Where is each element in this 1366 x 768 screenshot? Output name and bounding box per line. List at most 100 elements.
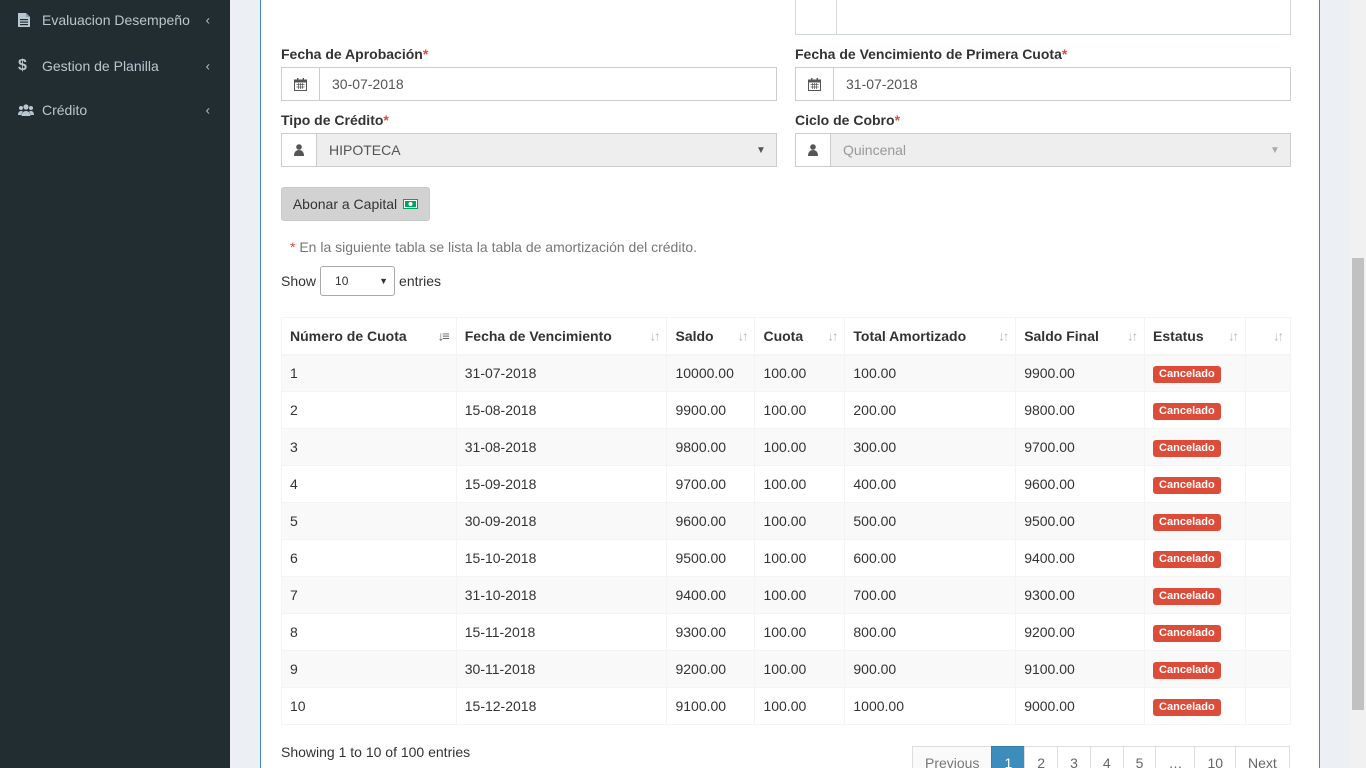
ciclo-cobro-value: Quincenal xyxy=(831,134,1260,166)
cell-estatus: Cancelado xyxy=(1144,539,1246,577)
column-header-saldo-final[interactable]: Saldo Final ↓↑ xyxy=(1015,317,1146,356)
page-button-1[interactable]: 1 xyxy=(991,746,1026,768)
status-badge: Cancelado xyxy=(1153,698,1221,716)
page-length-value: 10 xyxy=(335,274,349,288)
table-row: 5 30-09-2018 9600.00 100.00 500.00 9500.00 Can… xyxy=(281,502,1291,540)
column-header-actions[interactable]: ↓↑ xyxy=(1245,317,1291,356)
fecha-aprobacion-field[interactable]: 30-07-2018 xyxy=(281,67,777,101)
sort-asc-icon: ↓≡ xyxy=(437,328,450,344)
cell-saldo-final: 9300.00 xyxy=(1015,576,1146,614)
tipo-credito-value: HIPOTECA xyxy=(317,134,746,166)
cell-fecha: 15-09-2018 xyxy=(455,465,668,503)
cell-saldo: 9700.00 xyxy=(666,465,756,503)
abonar-capital-button[interactable]: Abonar a Capital xyxy=(281,187,430,221)
cell-estatus: Cancelado xyxy=(1144,502,1246,540)
scrollbar[interactable] xyxy=(1350,0,1366,768)
cell-cuota: 100.00 xyxy=(754,576,846,614)
page-button-4[interactable]: 4 xyxy=(1089,746,1124,768)
status-badge: Cancelado xyxy=(1153,624,1221,642)
cell-saldo: 9800.00 xyxy=(666,428,756,466)
cell-numero: 10 xyxy=(281,687,457,725)
fecha-vencimiento-field[interactable]: 31-07-2018 xyxy=(795,67,1291,101)
required-mark: * xyxy=(422,46,429,62)
cell-total-amortizado: 900.00 xyxy=(844,650,1017,688)
cell-fecha: 31-08-2018 xyxy=(455,428,668,466)
fecha-vencimiento-value: 31-07-2018 xyxy=(846,76,918,92)
label-text: Tipo de Crédito xyxy=(281,112,384,128)
cell-actions xyxy=(1245,465,1291,503)
page-button-5[interactable]: 5 xyxy=(1122,746,1157,768)
cell-fecha: 15-12-2018 xyxy=(455,687,668,725)
sidebar-item-planilla[interactable]: $ Gestion de Planilla ‹ xyxy=(0,44,230,88)
pagination: Previous 1 2 3 4 5 … 10 Next xyxy=(912,746,1290,768)
cell-saldo: 9600.00 xyxy=(666,502,756,540)
column-header-fecha[interactable]: Fecha de Vencimiento ↓↑ xyxy=(455,317,668,356)
cell-numero: 7 xyxy=(281,576,457,614)
status-badge: Cancelado xyxy=(1153,661,1221,679)
cell-total-amortizado: 500.00 xyxy=(844,502,1017,540)
page-previous-button[interactable]: Previous xyxy=(912,746,993,768)
cell-actions xyxy=(1245,687,1291,725)
cell-saldo: 9200.00 xyxy=(666,650,756,688)
cell-saldo: 9100.00 xyxy=(666,687,756,725)
cell-total-amortizado: 1000.00 xyxy=(844,687,1017,725)
page-button-10[interactable]: 10 xyxy=(1194,746,1237,768)
chevron-left-icon: ‹ xyxy=(205,58,210,74)
textarea-field[interactable] xyxy=(795,0,1291,35)
table-row: 6 15-10-2018 9500.00 100.00 600.00 9400.00 Can… xyxy=(281,539,1291,577)
sidebar-item-credito[interactable]: Crédito ‹ xyxy=(0,88,230,132)
cell-total-amortizado: 600.00 xyxy=(844,539,1017,577)
scrollbar-thumb[interactable] xyxy=(1352,258,1364,710)
cell-fecha: 30-09-2018 xyxy=(455,502,668,540)
cell-cuota: 100.00 xyxy=(754,391,846,429)
column-header-total-amortizado[interactable]: Total Amortizado ↓↑ xyxy=(844,317,1017,356)
page-button-2[interactable]: 2 xyxy=(1024,746,1059,768)
cell-fecha: 31-10-2018 xyxy=(455,576,668,614)
label-text: Ciclo de Cobro xyxy=(795,112,895,128)
caret-down-icon: ▼ xyxy=(756,144,766,156)
fecha-aprobacion-label: Fecha de Aprobación* xyxy=(281,46,428,62)
cell-actions xyxy=(1245,613,1291,651)
required-mark: * xyxy=(383,112,389,128)
cell-estatus: Cancelado xyxy=(1144,576,1246,614)
show-label: Show xyxy=(281,273,317,289)
user-icon xyxy=(282,134,317,166)
tipo-credito-select[interactable]: HIPOTECA ▼ xyxy=(281,133,777,167)
ciclo-cobro-select[interactable]: Quincenal ▼ xyxy=(795,133,1291,167)
dollar-icon: $ xyxy=(18,57,27,74)
table-header-row: Número de Cuota ↓≡ Fecha de Vencimiento ↓↑… xyxy=(281,317,1291,356)
page-next-button[interactable]: Next xyxy=(1235,746,1290,768)
entries-label: entries xyxy=(399,273,442,289)
cell-cuota: 100.00 xyxy=(754,502,846,540)
column-header-estatus[interactable]: Estatus ↓↑ xyxy=(1144,317,1246,356)
column-header-numero[interactable]: Número de Cuota ↓≡ xyxy=(281,317,457,356)
sidebar-item-evaluacion[interactable]: Evaluacion Desempeño ‹ xyxy=(0,0,230,42)
cell-total-amortizado: 200.00 xyxy=(844,391,1017,429)
note-mark: * xyxy=(290,239,296,255)
cell-estatus: Cancelado xyxy=(1144,650,1246,688)
calendar-icon xyxy=(796,68,834,100)
cell-fecha: 30-11-2018 xyxy=(455,650,668,688)
page-button-3[interactable]: 3 xyxy=(1057,746,1091,768)
tipo-credito-label: Tipo de Crédito* xyxy=(281,112,389,128)
cell-total-amortizado: 400.00 xyxy=(844,465,1017,503)
header-text: Fecha de Vencimiento xyxy=(464,327,612,344)
chevron-left-icon: ‹ xyxy=(205,12,210,28)
user-icon xyxy=(796,134,831,166)
table-info: Showing 1 to 10 of 100 entries xyxy=(281,744,471,760)
cell-total-amortizado: 700.00 xyxy=(844,576,1017,614)
cell-actions xyxy=(1245,576,1291,614)
cell-cuota: 100.00 xyxy=(754,428,846,466)
cell-total-amortizado: 800.00 xyxy=(844,613,1017,651)
column-header-saldo[interactable]: Saldo ↓↑ xyxy=(666,317,756,356)
sort-icon: ↓↑ xyxy=(737,328,748,344)
page-length-select[interactable]: 10 ▼ xyxy=(320,266,396,296)
required-mark: * xyxy=(894,112,901,128)
table-row: 8 15-11-2018 9300.00 100.00 800.00 9200.00 Can… xyxy=(281,613,1291,651)
cell-numero: 3 xyxy=(281,428,457,466)
cell-saldo-final: 9400.00 xyxy=(1015,539,1146,577)
money-icon xyxy=(403,196,419,212)
cell-saldo-final: 9900.00 xyxy=(1015,354,1146,392)
column-header-cuota[interactable]: Cuota ↓↑ xyxy=(754,317,846,356)
table-row: 10 15-12-2018 9100.00 100.00 1000.00 9000.00 C… xyxy=(281,687,1291,725)
